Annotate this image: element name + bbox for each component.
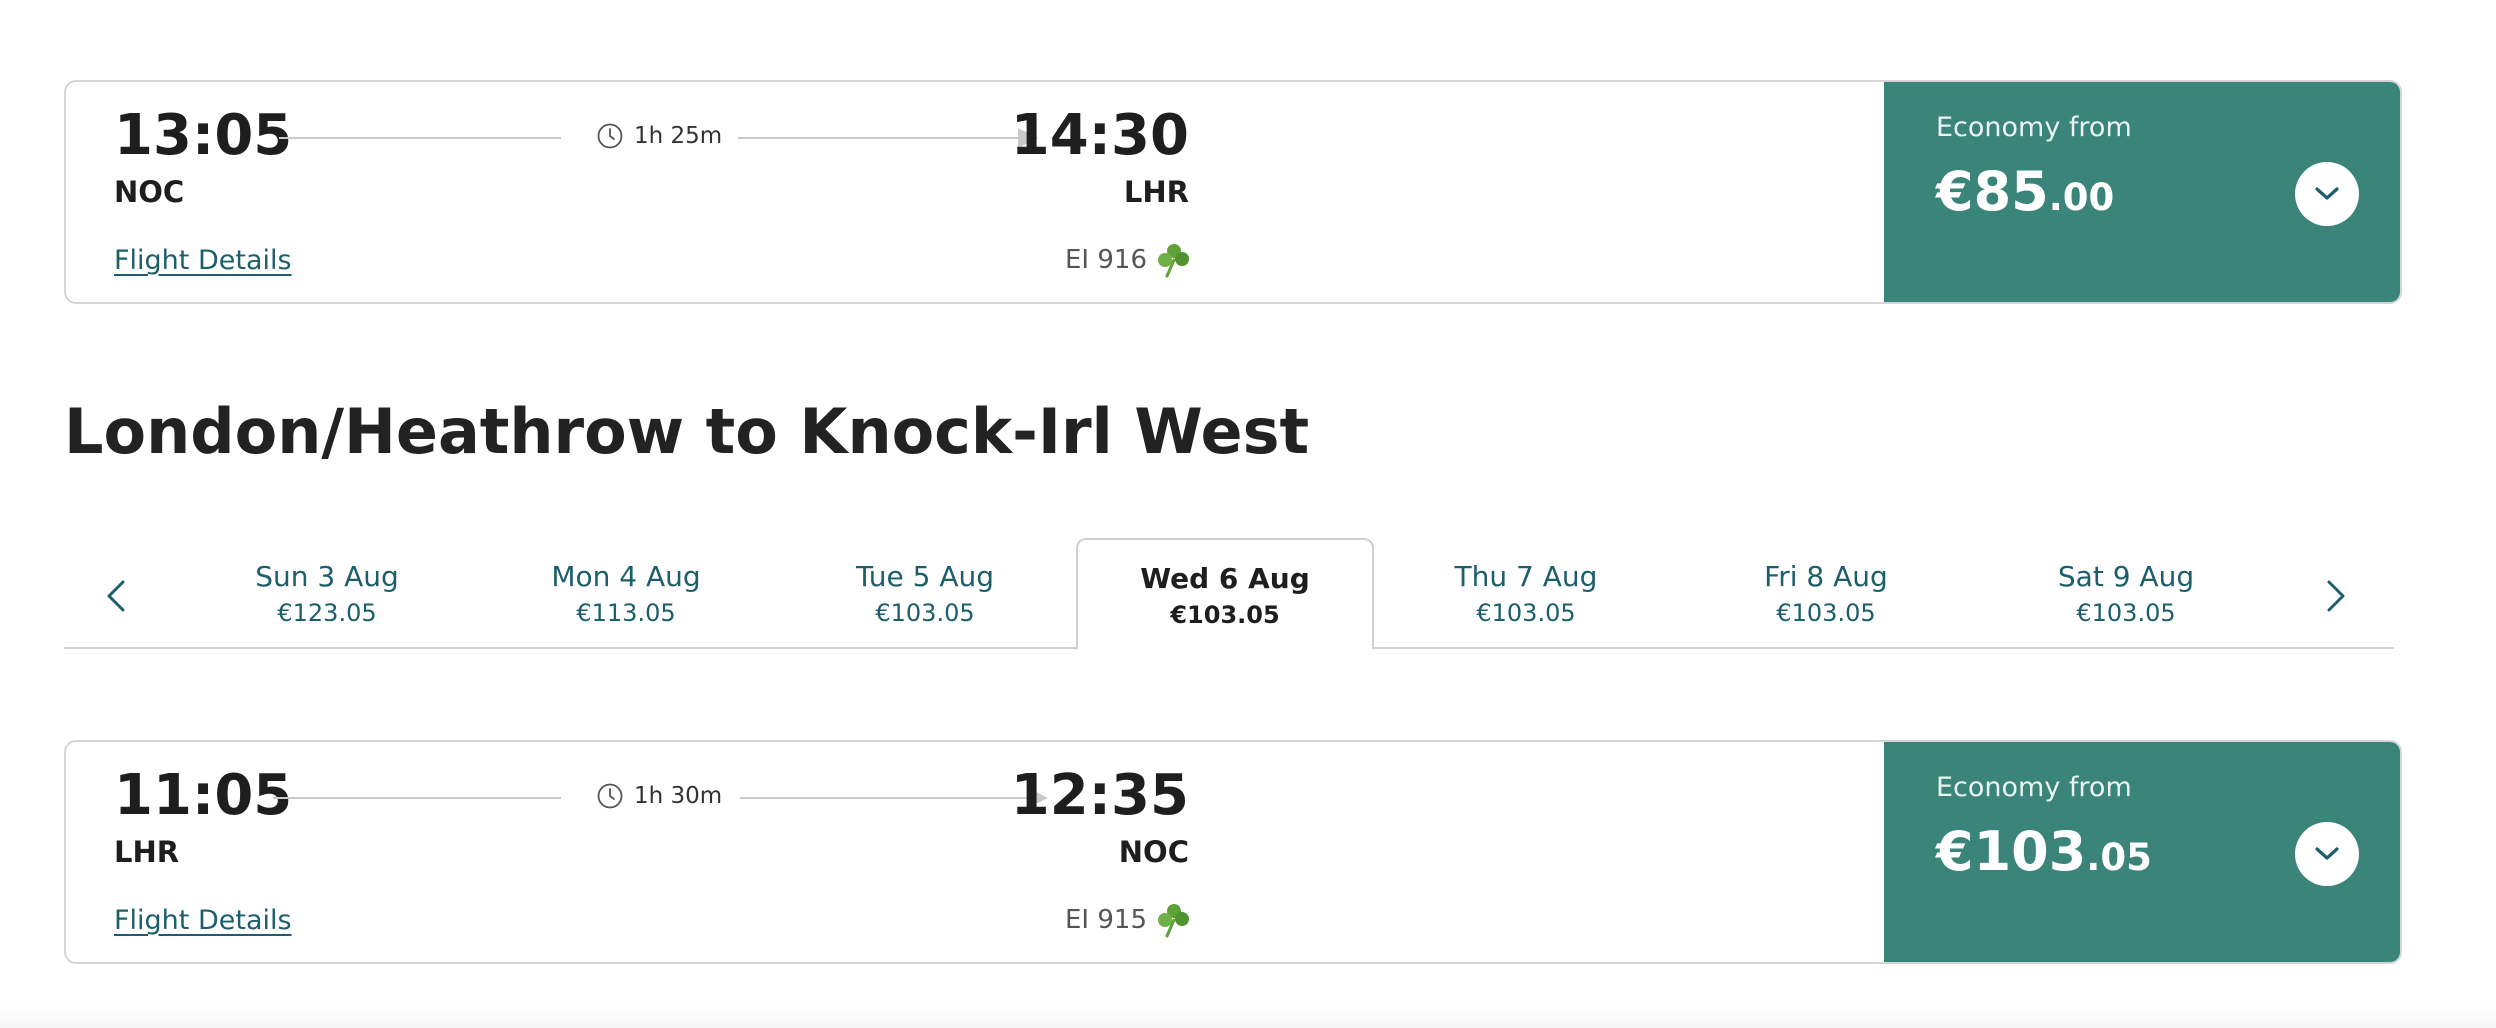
flight-info: 13:05 NOC 1h 25m 14:30 LHR Flight Detail… bbox=[66, 82, 1884, 302]
duration-text: 1h 30m bbox=[634, 783, 723, 809]
flight-number: EI 915 bbox=[1065, 902, 1193, 938]
date-tab-price: €103.05 bbox=[1776, 599, 1876, 627]
chevron-down-icon bbox=[2315, 847, 2339, 860]
expand-fares-button[interactable] bbox=[2295, 822, 2359, 886]
date-tab-label: Sun 3 Aug bbox=[255, 560, 399, 593]
date-tab-label: Tue 5 Aug bbox=[855, 560, 995, 593]
date-tab-selected[interactable]: Wed 6 Aug €103.05 bbox=[1076, 538, 1374, 650]
arrival-airport-code: LHR bbox=[1123, 175, 1189, 209]
flight-card-outbound: 13:05 NOC 1h 25m 14:30 LHR Flight Detail… bbox=[64, 80, 2402, 304]
price-label: Economy from bbox=[1936, 772, 2132, 803]
arrival-airport-code: NOC bbox=[1118, 835, 1189, 869]
departure-time: 11:05 bbox=[114, 763, 293, 828]
price-amount: €103.05 bbox=[1936, 820, 2152, 883]
date-tab-price: €103.05 bbox=[2076, 599, 2176, 627]
chevron-left-icon[interactable] bbox=[96, 574, 140, 618]
date-tab-price: €103.05 bbox=[1476, 599, 1576, 627]
date-tab-label: Thu 7 Aug bbox=[1454, 560, 1598, 593]
duration-line bbox=[273, 797, 561, 799]
flight-duration: 1h 30m bbox=[596, 782, 722, 810]
date-tab[interactable]: Thu 7 Aug €103.05 bbox=[1377, 538, 1675, 649]
date-tab[interactable]: Mon 4 Aug €113.05 bbox=[477, 538, 775, 649]
departure-time: 13:05 bbox=[114, 103, 293, 168]
flight-duration: 1h 25m bbox=[596, 122, 722, 150]
price-main: €85 bbox=[1936, 160, 2049, 223]
date-tab-price: €103.05 bbox=[1170, 601, 1280, 629]
flight-details-link[interactable]: Flight Details bbox=[114, 245, 292, 276]
departure-airport-code: LHR bbox=[114, 835, 180, 869]
price-main: €103 bbox=[1936, 820, 2087, 883]
clock-icon bbox=[597, 783, 623, 809]
price-cents: .00 bbox=[2048, 176, 2115, 219]
shamrock-icon bbox=[1158, 904, 1189, 938]
date-tab-label: Fri 8 Aug bbox=[1764, 560, 1888, 593]
chevron-down-icon bbox=[2315, 187, 2339, 200]
duration-line bbox=[738, 137, 1018, 139]
duration-text: 1h 25m bbox=[634, 123, 723, 149]
date-tab-label: Mon 4 Aug bbox=[551, 560, 701, 593]
date-tab[interactable]: Sun 3 Aug €123.05 bbox=[178, 538, 476, 649]
flight-info: 11:05 LHR 1h 30m 12:35 NOC Flight Detail… bbox=[66, 742, 1884, 962]
price-amount: €85.00 bbox=[1936, 160, 2114, 223]
expand-fares-button[interactable] bbox=[2295, 162, 2359, 226]
date-tab[interactable]: Fri 8 Aug €103.05 bbox=[1677, 538, 1975, 649]
duration-line bbox=[740, 797, 1030, 799]
price-panel[interactable]: Economy from €103.05 bbox=[1884, 742, 2400, 962]
date-tab-price: €113.05 bbox=[576, 599, 676, 627]
route-heading: London/Heathrow to Knock-Irl West bbox=[64, 395, 1310, 468]
duration-line bbox=[279, 137, 561, 139]
shamrock-icon bbox=[1158, 244, 1189, 278]
price-cents: .05 bbox=[2086, 836, 2152, 879]
date-selector: Sun 3 Aug €123.05 Mon 4 Aug €113.05 Tue … bbox=[64, 538, 2394, 650]
arrival-time: 14:30 bbox=[1010, 103, 1189, 168]
flight-number-text: EI 916 bbox=[1065, 245, 1147, 275]
flight-card-return: 11:05 LHR 1h 30m 12:35 NOC Flight Detail… bbox=[64, 740, 2402, 964]
clock-icon bbox=[597, 123, 623, 149]
departure-airport-code: NOC bbox=[114, 175, 185, 209]
price-label: Economy from bbox=[1936, 112, 2132, 143]
chevron-right-icon[interactable] bbox=[2312, 574, 2356, 618]
date-tab[interactable]: Tue 5 Aug €103.05 bbox=[776, 538, 1074, 649]
date-tab[interactable]: Sat 9 Aug €103.05 bbox=[1977, 538, 2275, 649]
date-tab-label: Sat 9 Aug bbox=[2057, 560, 2195, 593]
arrival-time: 12:35 bbox=[1010, 763, 1189, 828]
price-panel[interactable]: Economy from €85.00 bbox=[1884, 82, 2400, 302]
flight-details-link[interactable]: Flight Details bbox=[114, 905, 292, 936]
date-tab-label: Wed 6 Aug bbox=[1140, 562, 1310, 595]
page-bottom-edge bbox=[0, 1005, 2496, 1028]
flight-number-text: EI 915 bbox=[1065, 905, 1147, 935]
date-tab-price: €103.05 bbox=[875, 599, 975, 627]
date-tab-price: €123.05 bbox=[277, 599, 377, 627]
flight-number: EI 916 bbox=[1065, 242, 1193, 278]
